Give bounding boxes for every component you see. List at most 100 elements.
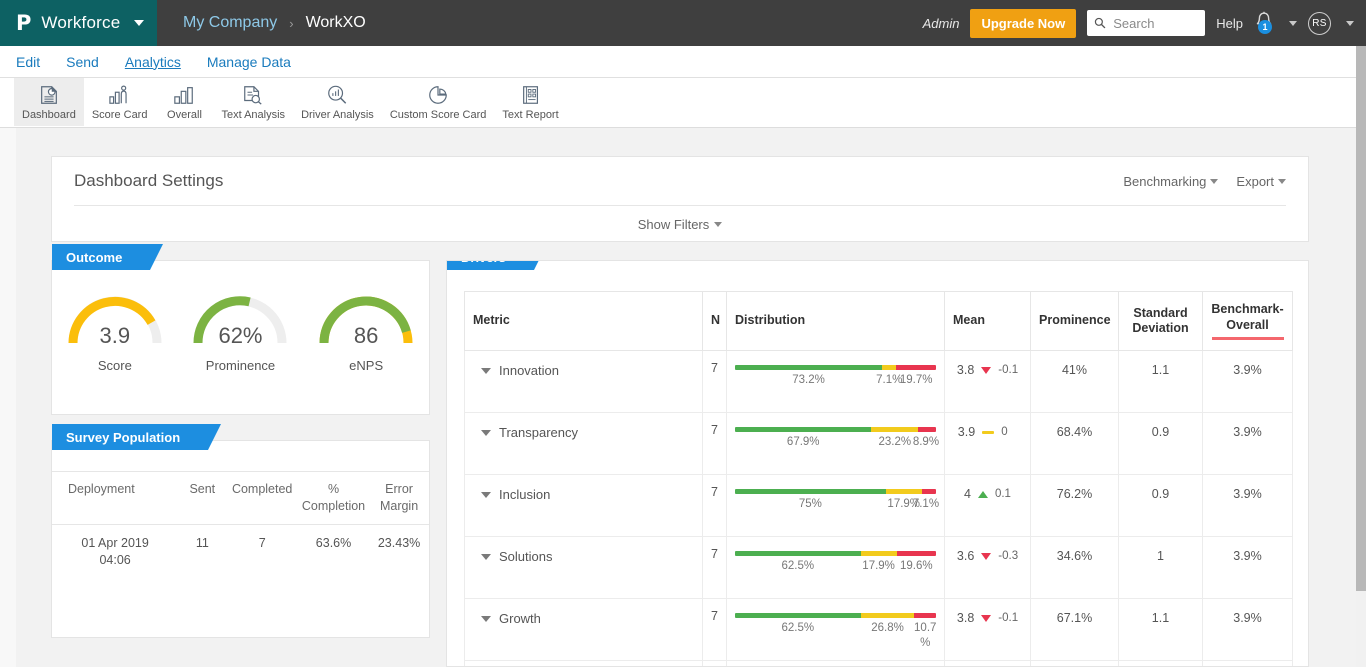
- distribution-labels: 67.9% 23.2% 8.9%: [735, 435, 939, 465]
- toolbar-item-overall[interactable]: Overall: [155, 78, 213, 126]
- metric-row-toggle[interactable]: Innovation: [473, 363, 694, 378]
- distribution-segment-unfavorable: [896, 365, 936, 371]
- distribution-bar: [735, 365, 936, 371]
- col-completed: Completed: [226, 471, 298, 525]
- header-right-controls: Admin Upgrade Now Help 1 RS: [923, 8, 1366, 38]
- cell-deployment: 01 Apr 2019 04:06: [52, 524, 178, 578]
- upgrade-now-button[interactable]: Upgrade Now: [970, 8, 1077, 38]
- nav-item-edit[interactable]: Edit: [16, 54, 40, 70]
- chevron-down-icon[interactable]: [134, 20, 145, 26]
- nav-item-send[interactable]: Send: [66, 54, 99, 70]
- left-rail: [0, 128, 16, 667]
- mean-delta: 0.1: [994, 488, 1011, 501]
- nav-item-manage-data[interactable]: Manage Data: [207, 54, 291, 70]
- col-standard-deviation[interactable]: Standard Deviation: [1118, 290, 1203, 352]
- metric-label: Transparency: [499, 425, 578, 441]
- toolbar-item-driver-analysis[interactable]: Driver Analysis: [293, 78, 382, 126]
- dashboard-settings-header: Dashboard Settings Benchmarking Export: [52, 157, 1308, 205]
- metric-row-toggle[interactable]: Transparency: [473, 425, 694, 440]
- distribution-segment-favorable: [735, 489, 886, 495]
- pie-chart-icon: [426, 83, 450, 107]
- export-dropdown[interactable]: Export: [1236, 174, 1286, 189]
- deployment-time: 04:06: [99, 552, 131, 567]
- col-benchmark-overall[interactable]: Benchmark-Overall: [1202, 290, 1293, 352]
- breadcrumb: My Company › WorkXO: [157, 14, 366, 32]
- cell-n: 7: [702, 598, 727, 662]
- cell-benchmark-overall: 3.9%: [1202, 598, 1293, 662]
- col-metric[interactable]: Metric: [464, 290, 703, 352]
- col-distribution[interactable]: Distribution: [726, 290, 945, 352]
- vertical-scrollbar-track[interactable]: [1356, 46, 1366, 667]
- chevron-down-icon: [481, 615, 491, 622]
- toolbar-item-custom-score-card[interactable]: Custom Score Card: [382, 78, 495, 126]
- metric-row-toggle[interactable]: Inclusion: [473, 487, 694, 502]
- notifications-chevron-down-icon[interactable]: [1289, 20, 1297, 26]
- table-row: Transparency 7 67.9% 23.2% 8.9% 3.9 0 68.4% 0.9 3…: [464, 412, 1293, 476]
- vertical-scrollbar-thumb[interactable]: [1356, 46, 1366, 591]
- distribution-chart: 73.2% 7.1% 19.7%: [735, 365, 936, 403]
- toolbar-label-score-card: Score Card: [91, 109, 148, 121]
- notifications-button[interactable]: 1: [1254, 11, 1274, 35]
- trend-down-icon: [981, 366, 992, 374]
- metric-row-toggle[interactable]: Growth: [473, 611, 694, 626]
- breadcrumb-company-link[interactable]: My Company: [183, 14, 277, 32]
- benchmarking-dropdown[interactable]: Benchmarking: [1123, 174, 1219, 189]
- settings-actions: Benchmarking Export: [1123, 174, 1286, 189]
- product-logo-icon: P: [16, 10, 32, 35]
- distribution-segment-neutral: [860, 551, 897, 557]
- export-label: Export: [1236, 173, 1274, 189]
- account-chevron-down-icon[interactable]: [1346, 20, 1354, 26]
- toolbar-item-text-report[interactable]: Text Report: [494, 78, 566, 126]
- metric-row-toggle[interactable]: Solutions: [473, 549, 694, 564]
- col-completion-pct: % Completion: [297, 471, 370, 525]
- mean-value-group: 3.8 -0.1: [953, 363, 1022, 377]
- cell-n: 7: [702, 350, 727, 414]
- col-mean[interactable]: Mean: [944, 290, 1031, 352]
- nav-item-analytics[interactable]: Analytics: [125, 54, 181, 70]
- cell-n: 7: [702, 660, 727, 666]
- distribution-segment-unfavorable: [918, 427, 936, 433]
- avatar[interactable]: RS: [1308, 11, 1331, 35]
- brand-block[interactable]: P Workforce: [0, 0, 157, 46]
- mean-delta: -0.1: [998, 612, 1019, 625]
- toolbar-item-dashboard[interactable]: Dashboard: [14, 78, 84, 126]
- cell-prominence: 68.4%: [1030, 412, 1119, 476]
- gauge-enps-value: 86: [353, 323, 379, 348]
- distribution-chart: 75% 17.9% 7.1%: [735, 489, 939, 527]
- drivers-ribbon-label: Drivers: [461, 261, 506, 265]
- toolbar-item-score-card[interactable]: Score Card: [84, 78, 156, 126]
- mean-delta: -0.3: [998, 550, 1019, 563]
- cell-mean: 4 0.1: [944, 474, 1031, 538]
- distribution-segment-favorable: [735, 427, 872, 433]
- toolbar-label-text-report: Text Report: [502, 109, 559, 121]
- distribution-labels: 62.5% 26.8% 10.7 %: [735, 621, 937, 651]
- distribution-chart: 62.5% 17.9% 19.6%: [735, 551, 936, 589]
- table-row: Solutions 7 62.5% 17.9% 19.6% 3.6 -0.3 34.6% 1 3.…: [464, 536, 1293, 600]
- cell-distribution: 62.5% 17.9% 19.6%: [726, 536, 945, 600]
- toolbar-label-custom-score-card: Custom Score Card: [389, 109, 487, 121]
- search-box[interactable]: [1087, 10, 1206, 36]
- outcome-gauges: 3.9 Score 62% Prominence 86 eNPS: [52, 261, 429, 373]
- help-link[interactable]: Help: [1216, 16, 1243, 31]
- table-header-row: Metric N Distribution Mean Prominence St…: [464, 290, 1293, 352]
- col-n[interactable]: N: [702, 290, 727, 352]
- cell-distribution: 73.2% 7.1% 19.7%: [726, 350, 945, 414]
- chevron-down-icon: [481, 491, 491, 498]
- show-filters-toggle[interactable]: Show Filters: [52, 206, 1308, 242]
- distribution-bar: [735, 551, 936, 557]
- drivers-panel: Drivers Metric N Distribution Mean: [446, 260, 1309, 667]
- distribution-chart: 67.9% 23.2% 8.9%: [735, 427, 939, 465]
- col-prominence[interactable]: Prominence: [1030, 290, 1119, 352]
- survey-population-body: Deployment Sent Completed % Completion E…: [52, 441, 429, 579]
- distribution-label-favorable: 73.2%: [792, 374, 825, 387]
- drivers-body: Metric N Distribution Mean Prominence St…: [447, 261, 1308, 666]
- search-input[interactable]: [1111, 14, 1199, 32]
- toolbar-item-text-analysis[interactable]: Text Analysis: [213, 78, 293, 126]
- cell-prominence: 59.5%: [1030, 660, 1119, 666]
- cell-metric: Growth: [464, 598, 703, 662]
- distribution-segment-unfavorable: [914, 613, 936, 619]
- admin-label[interactable]: Admin: [923, 16, 960, 31]
- gauge-score-value: 3.9: [99, 323, 131, 348]
- metric-label: Inclusion: [499, 487, 551, 503]
- driver-analysis-icon: [325, 83, 349, 107]
